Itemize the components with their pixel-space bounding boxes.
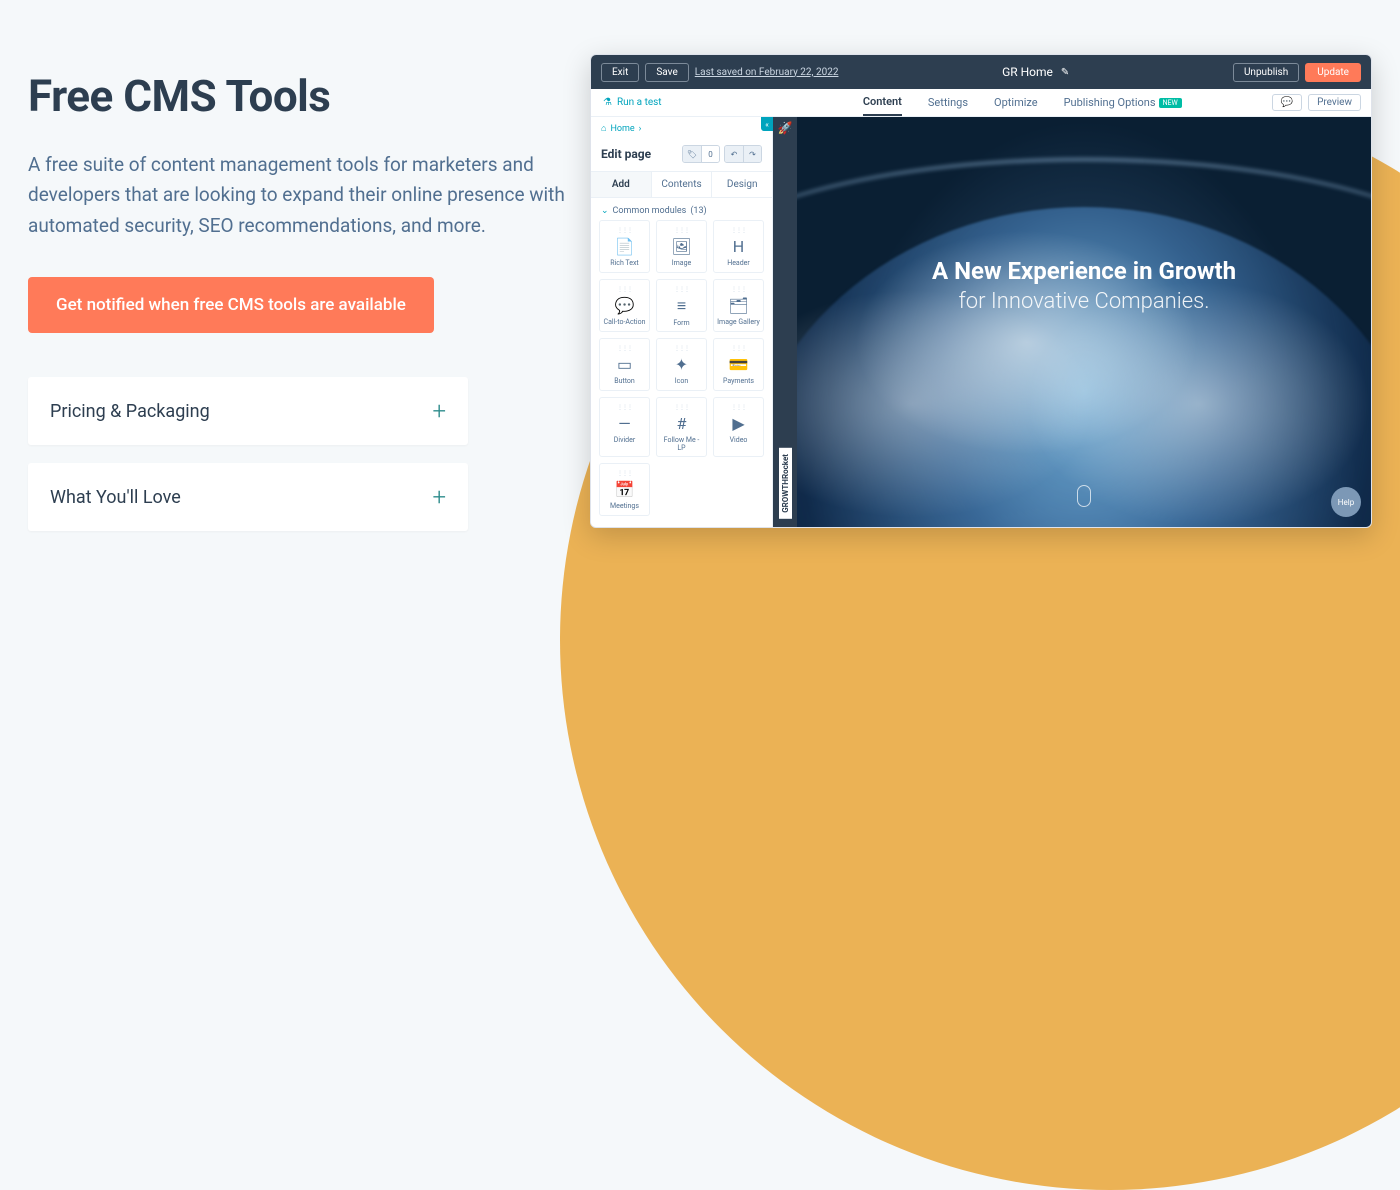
tag-icon[interactable]: 🏷 (683, 146, 701, 162)
last-saved-link[interactable]: Last saved on February 22, 2022 (695, 67, 839, 78)
plus-icon: + (432, 483, 446, 511)
brand-text: GROWTHRocket (779, 448, 792, 519)
module-icon[interactable]: ✦ Icon (656, 338, 707, 391)
editor-topbar: Exit Save Last saved on February 22, 202… (591, 55, 1371, 89)
cta-button[interactable]: Get notified when free CMS tools are ava… (28, 277, 434, 333)
modules-grid: 📄 Rich Text 🖼 Image H Header 💬 Call-to-Action ≡ F… (591, 220, 772, 524)
module-video[interactable]: ▶ Video (713, 397, 764, 457)
module-label: Header (727, 260, 750, 268)
module-icon: ▭ (617, 355, 632, 374)
chat-icon[interactable]: 💬 (1272, 94, 1302, 111)
preview-button[interactable]: Preview (1308, 94, 1361, 111)
sidebar-tab-design[interactable]: Design (711, 172, 772, 197)
collapse-icon[interactable]: « (761, 117, 773, 131)
exit-button[interactable]: Exit (601, 63, 639, 82)
sidebar-tab-contents[interactable]: Contents (651, 172, 712, 197)
module-divider[interactable]: — Divider (599, 397, 650, 457)
module-payments[interactable]: 💳 Payments (713, 338, 764, 391)
module-form[interactable]: ≡ Form (656, 279, 707, 333)
editor-tabbar: ⚗ Run a test Content Settings Optimize P… (591, 89, 1371, 117)
module-icon: ▶ (732, 414, 744, 433)
home-icon: ⌂ (601, 123, 606, 134)
module-icon: # (677, 414, 687, 433)
module-icon: ≡ (677, 296, 686, 316)
module-follow-me-lp[interactable]: # Follow Me - LP (656, 397, 707, 457)
sidebar-tab-add[interactable]: Add (591, 172, 651, 197)
accordion-title: What You'll Love (50, 487, 181, 508)
module-label: Meetings (610, 503, 639, 511)
module-icon: 💬 (615, 296, 635, 315)
module-label: Rich Text (610, 260, 638, 268)
cms-editor-screenshot: Exit Save Last saved on February 22, 202… (590, 54, 1372, 528)
module-label: Divider (614, 437, 635, 445)
plus-icon: + (432, 397, 446, 425)
accordion-love[interactable]: What You'll Love + (28, 463, 468, 531)
tab-content[interactable]: Content (863, 89, 902, 116)
chevron-down-icon[interactable]: ⌄ (601, 206, 609, 216)
module-label: Button (614, 378, 635, 386)
module-label: Call-to-Action (604, 319, 646, 327)
beaker-icon: ⚗ (603, 97, 612, 108)
page-canvas[interactable]: A New Experience in Growth for Innovativ… (797, 117, 1371, 527)
tab-publishing[interactable]: Publishing OptionsNEW (1064, 89, 1182, 116)
module-meetings[interactable]: 📅 Meetings (599, 463, 650, 516)
section-count: (13) (690, 206, 706, 216)
module-icon: ✦ (675, 355, 688, 374)
tab-settings[interactable]: Settings (928, 89, 968, 116)
page-description: A free suite of content management tools… (28, 150, 568, 241)
module-label: Icon (675, 378, 688, 386)
hero-subheading: for Innovative Companies. (797, 289, 1371, 314)
save-button[interactable]: Save (645, 63, 688, 82)
scroll-mouse-icon (1077, 485, 1091, 507)
module-call-to-action[interactable]: 💬 Call-to-Action (599, 279, 650, 333)
chevron-right-icon: › (639, 124, 642, 134)
update-button[interactable]: Update (1305, 63, 1361, 82)
module-label: Form (673, 320, 689, 328)
editor-sidebar: « ⌂ Home › Edit page 🏷 0 ↶ ↷ (591, 117, 773, 527)
canvas-brand-strip: 🚀 GROWTHRocket (773, 117, 797, 527)
module-label: Video (730, 437, 748, 445)
module-icon: 💳 (729, 355, 749, 374)
page-title-label: GR Home (1002, 65, 1053, 79)
accordion-pricing[interactable]: Pricing & Packaging + (28, 377, 468, 445)
section-label: Common modules (613, 206, 687, 216)
module-label: Follow Me - LP (659, 437, 704, 452)
undo-icon[interactable]: ↶ (725, 146, 743, 162)
module-icon: — (618, 414, 631, 433)
module-rich-text[interactable]: 📄 Rich Text (599, 220, 650, 273)
new-badge: NEW (1159, 98, 1182, 108)
module-button[interactable]: ▭ Button (599, 338, 650, 391)
unpublish-button[interactable]: Unpublish (1233, 63, 1299, 82)
module-image[interactable]: 🖼 Image (656, 220, 707, 273)
module-icon: 📅 (615, 480, 635, 499)
tab-optimize[interactable]: Optimize (994, 89, 1038, 116)
page-heading: Free CMS Tools (28, 70, 568, 122)
run-test-link[interactable]: Run a test (617, 97, 662, 108)
help-button[interactable]: Help (1331, 487, 1361, 517)
module-icon: 🖼 (671, 237, 691, 256)
module-header[interactable]: H Header (713, 220, 764, 273)
module-label: Image Gallery (717, 319, 760, 327)
rocket-icon: 🚀 (778, 121, 793, 135)
module-icon: 📄 (615, 237, 635, 256)
module-icon: H (733, 237, 744, 256)
accordion-title: Pricing & Packaging (50, 401, 210, 422)
module-image-gallery[interactable]: 🗂 Image Gallery (713, 279, 764, 333)
breadcrumb-home[interactable]: Home (610, 124, 634, 134)
hero-heading: A New Experience in Growth (797, 257, 1371, 285)
comment-count[interactable]: 0 (701, 146, 719, 162)
pencil-icon[interactable]: ✎ (1061, 67, 1069, 78)
module-icon: 🗂 (728, 296, 748, 315)
module-label: Payments (723, 378, 754, 386)
module-label: Image (672, 260, 692, 268)
edit-page-title: Edit page (601, 147, 651, 161)
redo-icon[interactable]: ↷ (743, 146, 761, 162)
marketing-copy: Free CMS Tools A free suite of content m… (28, 70, 568, 549)
